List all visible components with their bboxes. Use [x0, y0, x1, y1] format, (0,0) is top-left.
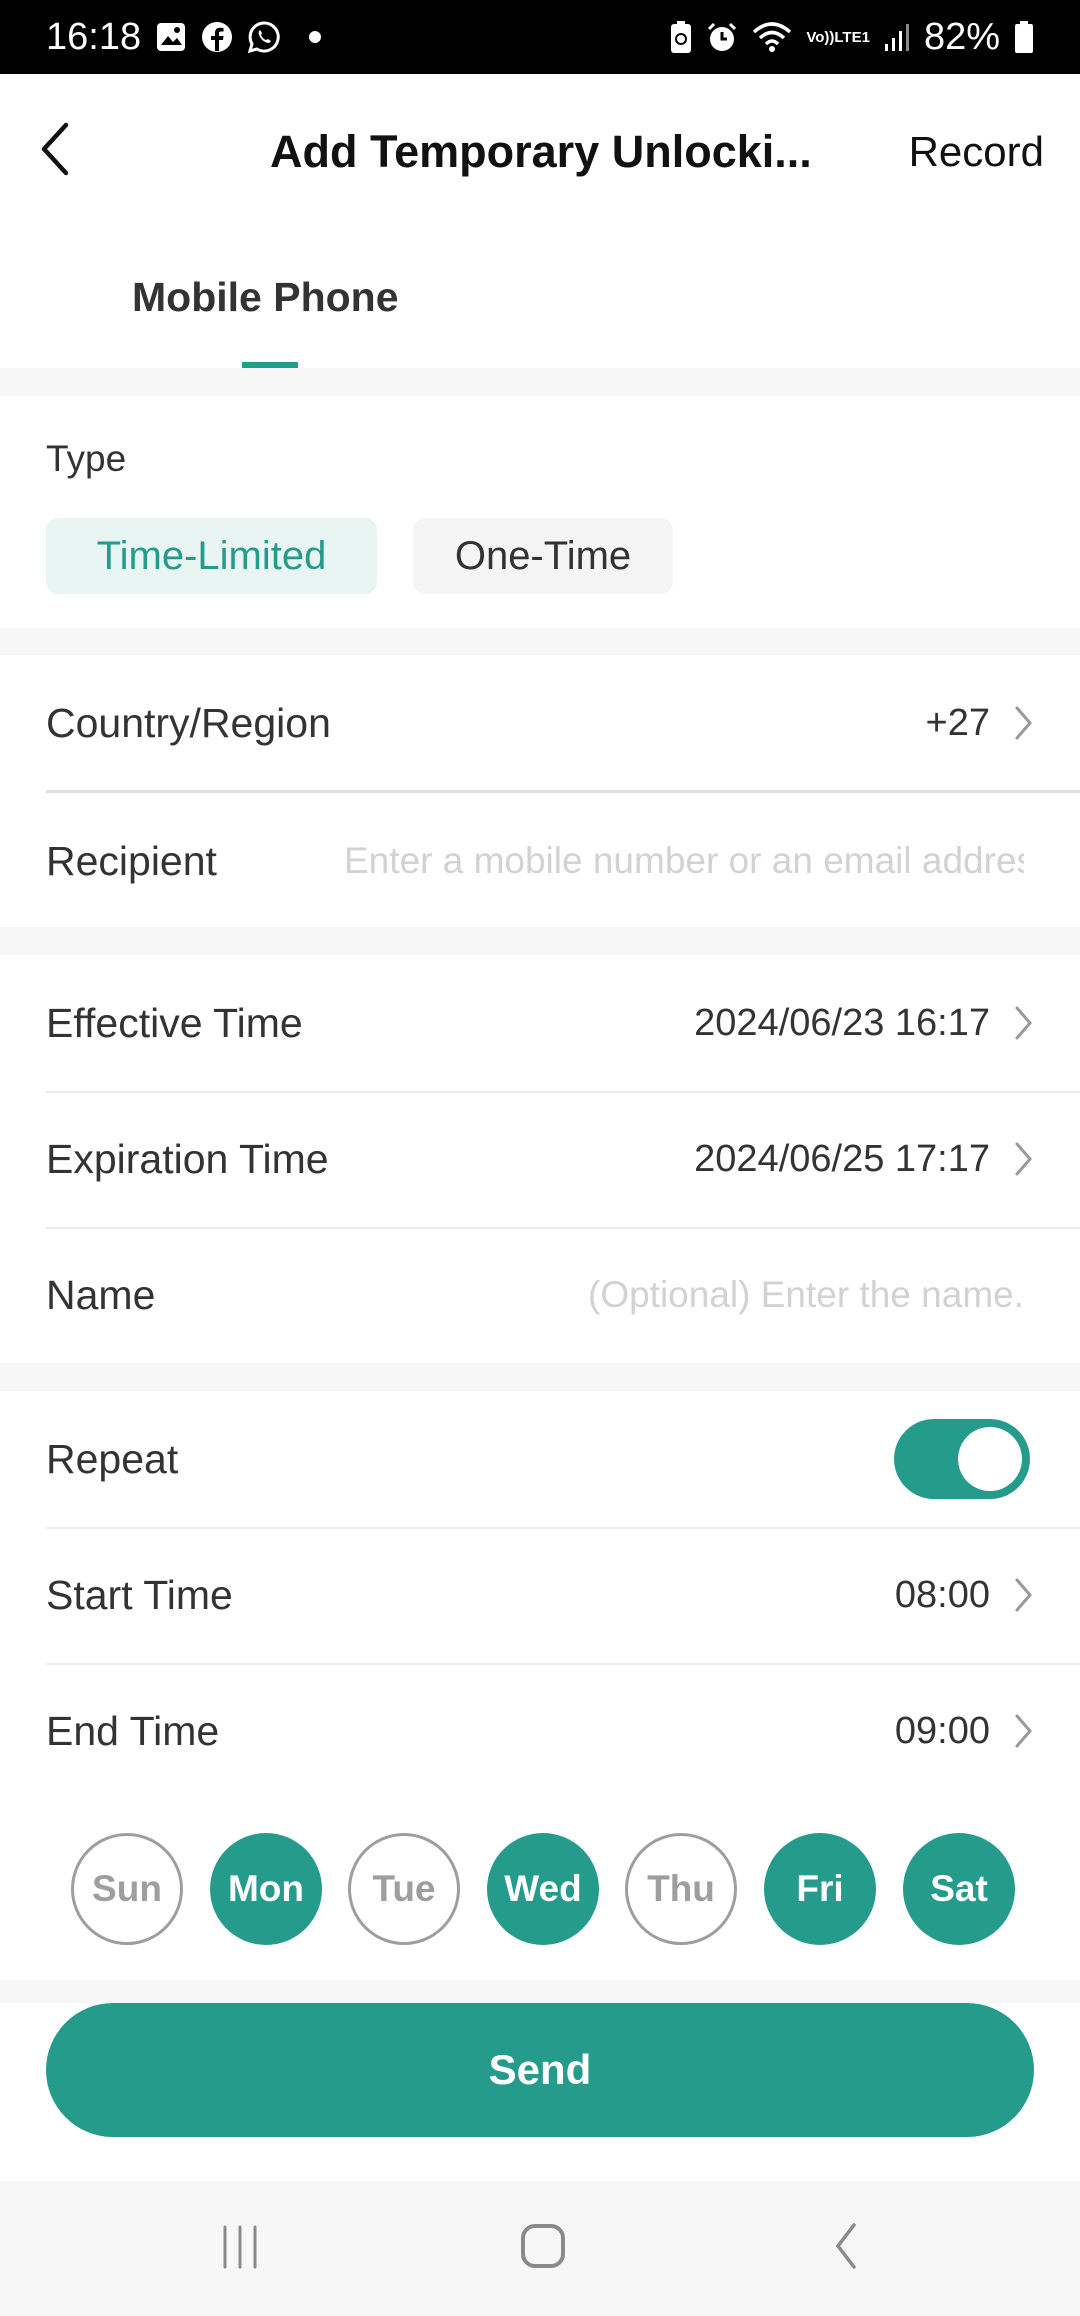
- end-time-row[interactable]: End Time 09:00: [0, 1663, 1080, 1799]
- alarm-icon: [706, 21, 738, 53]
- expiration-time-label: Expiration Time: [46, 1135, 329, 1182]
- lte-label: LTE1: [834, 28, 870, 46]
- record-button[interactable]: Record: [909, 128, 1044, 176]
- app-bar: Add Temporary Unlocki... Record: [0, 74, 1080, 234]
- tab-active-indicator: [242, 362, 298, 368]
- battery-percent: 82%: [923, 15, 1000, 58]
- toggle-knob: [958, 1427, 1022, 1491]
- chevron-right-icon: [1015, 1578, 1032, 1612]
- back-chevron-icon: [41, 122, 69, 176]
- weekday-selector: Sun Mon Tue Wed Thu Fri Sat: [0, 1790, 1080, 1980]
- expiration-time-row[interactable]: Expiration Time 2024/06/25 17:17: [0, 1091, 1080, 1227]
- facebook-icon: [201, 21, 233, 53]
- effective-time-label: Effective Time: [46, 999, 303, 1046]
- dot-icon: [309, 31, 322, 43]
- page-title: Add Temporary Unlocki...: [270, 126, 812, 177]
- start-time-label: Start Time: [46, 1571, 233, 1618]
- type-option-one-time[interactable]: One-Time: [413, 518, 673, 594]
- system-back-icon: [835, 2223, 856, 2269]
- footer: Send: [0, 2003, 1080, 2181]
- expiration-time-value: 2024/06/25 17:17: [694, 1137, 990, 1180]
- volte-label: Vo)): [806, 28, 835, 46]
- end-time-value: 09:00: [894, 1709, 990, 1752]
- chevron-right-icon: [1015, 1714, 1032, 1748]
- day-sat[interactable]: Sat: [903, 1833, 1015, 1945]
- name-input[interactable]: [504, 1274, 1024, 1316]
- day-sun[interactable]: Sun: [71, 1833, 183, 1945]
- chevron-right-icon: [1015, 706, 1032, 740]
- recipient-section: Country/Region +27 Recipient: [0, 655, 1080, 927]
- back-button[interactable]: [36, 119, 86, 179]
- chevron-right-icon: [1015, 1142, 1032, 1176]
- chevron-right-icon: [1015, 1006, 1032, 1040]
- effective-time-row[interactable]: Effective Time 2024/06/23 16:17: [0, 955, 1080, 1091]
- effective-time-value: 2024/06/23 16:17: [694, 1001, 990, 1044]
- day-tue[interactable]: Tue: [348, 1833, 460, 1945]
- name-label: Name: [46, 1271, 156, 1318]
- recent-apps-icon: [223, 2225, 257, 2269]
- country-region-label: Country/Region: [46, 699, 331, 746]
- system-back-button[interactable]: [806, 2211, 886, 2281]
- repeat-toggle[interactable]: [894, 1419, 1030, 1499]
- day-fri[interactable]: Fri: [764, 1833, 876, 1945]
- name-row: Name: [0, 1227, 1080, 1363]
- system-nav-bar: [0, 2181, 1080, 2316]
- recent-apps-button[interactable]: [200, 2211, 280, 2281]
- repeat-label: Repeat: [46, 1435, 179, 1482]
- type-option-time-limited[interactable]: Time-Limited: [46, 518, 377, 594]
- start-time-row[interactable]: Start Time 08:00: [0, 1527, 1080, 1663]
- time-section: Effective Time 2024/06/23 16:17 Expirati…: [0, 955, 1080, 1363]
- home-icon: [521, 2224, 565, 2268]
- type-section: Type Time-Limited One-Time: [0, 396, 1080, 628]
- end-time-label: End Time: [46, 1707, 220, 1754]
- battery-icon: [1014, 20, 1034, 54]
- whatsapp-icon: [247, 20, 281, 54]
- volte-icon: Vo)) LTE1: [806, 30, 870, 45]
- battery-saver-icon: [670, 20, 692, 54]
- status-bar: 16:18 Vo)) LTE1 82%: [0, 0, 1080, 74]
- day-thu[interactable]: Thu: [625, 1833, 737, 1945]
- status-time: 16:18: [46, 15, 142, 58]
- status-bar-left: 16:18: [46, 15, 322, 59]
- recipient-label: Recipient: [46, 837, 217, 884]
- wifi-icon: [752, 20, 792, 54]
- country-region-value: +27: [925, 701, 990, 744]
- recipient-row: Recipient: [0, 793, 1080, 929]
- tab-mobile-phone[interactable]: Mobile Phone: [132, 274, 399, 321]
- recipient-input[interactable]: [344, 840, 1024, 882]
- repeat-row: Repeat: [0, 1391, 1080, 1527]
- send-button[interactable]: Send: [46, 2003, 1034, 2137]
- home-button[interactable]: [503, 2211, 583, 2281]
- type-label: Type: [46, 438, 127, 479]
- repeat-section: Repeat Start Time 08:00 End Time 09:00: [0, 1391, 1080, 1790]
- start-time-value: 08:00: [894, 1573, 990, 1616]
- tab-bar: Mobile Phone: [0, 234, 1080, 368]
- status-bar-right: Vo)) LTE1 82%: [670, 16, 1034, 59]
- country-region-row[interactable]: Country/Region +27: [0, 655, 1080, 791]
- day-mon[interactable]: Mon: [210, 1833, 322, 1945]
- signal-icon: [884, 22, 910, 52]
- day-wed[interactable]: Wed: [487, 1833, 599, 1945]
- gallery-icon: [155, 21, 187, 53]
